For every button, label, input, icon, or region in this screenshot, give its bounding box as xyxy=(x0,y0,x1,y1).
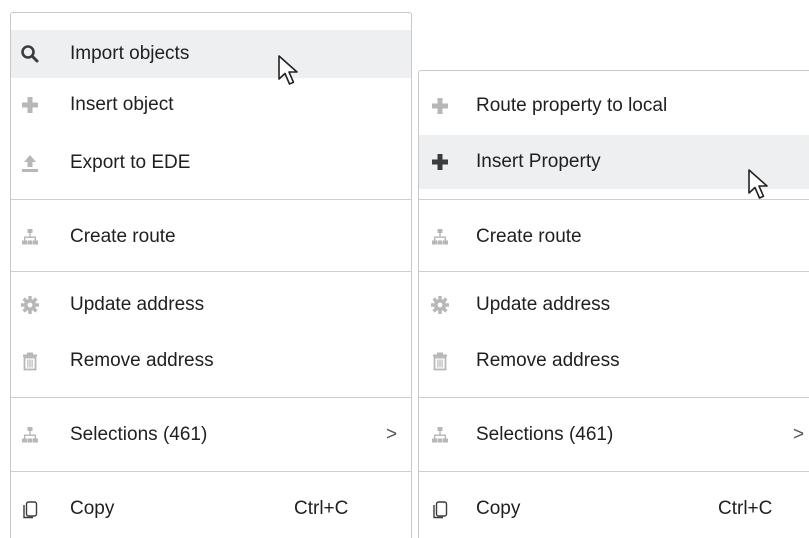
hierarchy-icon xyxy=(19,424,41,446)
menu-item-label: Remove address xyxy=(70,350,214,371)
copy-icon xyxy=(19,498,41,520)
hierarchy-icon xyxy=(429,226,451,248)
hierarchy-icon xyxy=(429,424,451,446)
hierarchy-icon xyxy=(19,226,41,248)
upload-icon xyxy=(19,152,41,174)
menu-item-update-address[interactable]: Update address xyxy=(11,281,411,329)
menu-item-label: Create route xyxy=(70,226,176,247)
menu-item-label: Create route xyxy=(476,226,582,247)
menu-item-label: Selections (461) xyxy=(70,424,208,445)
menu-item-label: Copy xyxy=(476,498,521,519)
menu-item-copy[interactable]: Copy Ctrl+C xyxy=(419,485,809,533)
context-menu-right: Route property to local Insert Property … xyxy=(418,70,809,538)
menu-item-label: Selections (461) xyxy=(476,424,614,445)
menu-separator xyxy=(11,397,411,398)
plus-icon xyxy=(19,94,41,116)
menu-item-label: Route property to local xyxy=(476,95,668,116)
chevron-right-icon: > xyxy=(386,424,398,445)
menu-item-update-address[interactable]: Update address xyxy=(419,281,809,329)
menu-item-label: Update address xyxy=(70,294,205,315)
shortcut-label: Ctrl+C xyxy=(718,498,773,519)
menu-item-label: Import objects xyxy=(70,43,190,64)
search-icon xyxy=(19,43,41,65)
copy-icon xyxy=(429,498,451,520)
menu-item-import-objects[interactable]: Import objects xyxy=(11,30,411,78)
menu-item-insert-object[interactable]: Insert object xyxy=(11,81,411,129)
menu-item-route-property-to-local[interactable]: Route property to local xyxy=(419,82,809,130)
menu-item-create-route[interactable]: Create route xyxy=(11,213,411,261)
menu-item-selections[interactable]: Selections (461) > xyxy=(419,411,809,459)
trash-icon xyxy=(19,350,41,372)
menu-item-label: Insert Property xyxy=(476,151,601,172)
menu-item-remove-address[interactable]: Remove address xyxy=(11,337,411,385)
menu-item-label: Remove address xyxy=(476,350,620,371)
menu-separator xyxy=(419,271,809,272)
menu-separator xyxy=(11,271,411,272)
gear-icon xyxy=(429,294,451,316)
menu-item-label: Insert object xyxy=(70,94,174,115)
menu-separator xyxy=(11,471,411,472)
menu-separator xyxy=(419,471,809,472)
trash-icon xyxy=(429,350,451,372)
menu-separator xyxy=(419,397,809,398)
plus-icon xyxy=(429,95,451,117)
gear-icon xyxy=(19,294,41,316)
mouse-cursor-icon xyxy=(278,55,298,85)
menu-item-remove-address[interactable]: Remove address xyxy=(419,337,809,385)
menu-item-selections[interactable]: Selections (461) > xyxy=(11,411,411,459)
menu-item-label: Export to EDE xyxy=(70,152,191,173)
mouse-cursor-icon xyxy=(748,169,768,199)
shortcut-label: Ctrl+C xyxy=(294,498,349,519)
menu-item-create-route[interactable]: Create route xyxy=(419,213,809,261)
menu-item-label: Copy xyxy=(70,498,115,519)
chevron-right-icon: > xyxy=(793,424,805,445)
menu-item-label: Update address xyxy=(476,294,611,315)
menu-separator xyxy=(11,199,411,200)
context-menu-left: Import objects Insert object Export to E… xyxy=(10,12,412,538)
menu-item-copy[interactable]: Copy Ctrl+C xyxy=(11,485,411,533)
menu-item-export-to-ede[interactable]: Export to EDE xyxy=(11,139,411,187)
plus-icon xyxy=(429,151,451,173)
